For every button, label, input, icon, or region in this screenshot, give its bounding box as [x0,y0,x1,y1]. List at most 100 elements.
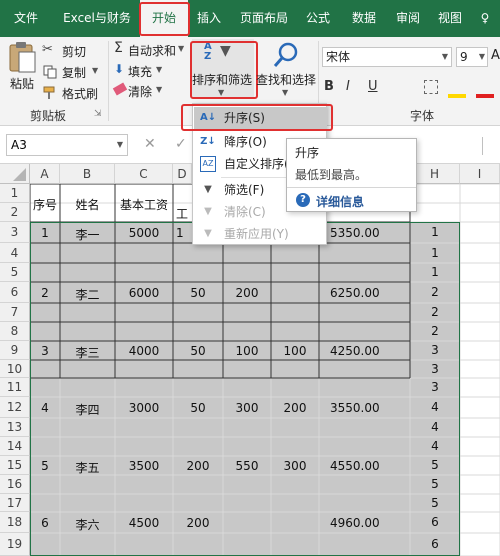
find-select-button[interactable]: 查找和选择 ▼ [256,39,316,99]
cell-h[interactable]: 2 [410,322,460,341]
cell-total[interactable]: 4550.00 [330,459,390,473]
format-painter-button[interactable]: 格式刷 [42,84,100,102]
row-header-7[interactable]: 7 [0,303,30,322]
cut-button[interactable]: ✂ 剪切 [42,42,94,60]
cell-h[interactable]: 3 [410,341,460,360]
bold-button[interactable]: B [324,79,338,95]
column-header-a[interactable]: A [30,164,60,184]
cell-name[interactable]: 李二 [60,286,115,303]
confirm-icon[interactable]: ✓ [175,136,187,152]
cell-h[interactable]: 3 [410,360,460,378]
autosum-button[interactable]: Σ 自动求和 ▼ [112,40,190,59]
cell-h[interactable]: 1 [410,263,460,282]
cell-f[interactable]: 100 [271,344,319,358]
cell-seq[interactable]: 1 [32,226,58,240]
row-header-1[interactable]: 1 [0,184,30,203]
column-header-d[interactable]: D [173,164,192,184]
column-header-i[interactable]: I [460,164,500,184]
cell-h[interactable]: 4 [410,397,460,418]
clear-button[interactable]: 清除 ▼ [112,82,170,100]
cell-base[interactable]: 6000 [115,286,173,300]
cell-name[interactable]: 李六 [60,516,115,533]
cell-total[interactable]: 6250.00 [330,286,390,300]
row-header-13[interactable]: 13 [0,418,30,437]
row-header-9[interactable]: 9 [0,341,30,360]
row-header-15[interactable]: 15 [0,456,30,475]
cell-name[interactable]: 李五 [60,459,115,476]
fill-color-icon[interactable] [448,94,466,98]
row-header-4[interactable]: 4 [0,243,30,263]
tab-home[interactable]: 开始 [140,0,188,37]
cell-base[interactable]: 3500 [115,459,173,473]
row-header-6[interactable]: 6 [0,282,30,303]
row-header-5[interactable]: 5 [0,263,30,282]
tab-formulas[interactable]: 公式 [298,0,338,37]
name-box[interactable]: A3 ▼ [6,134,128,156]
cell-e[interactable]: 550 [223,459,271,473]
cell-d[interactable]: 50 [173,401,223,415]
column-header-b[interactable]: B [60,164,115,184]
menu-sort-ascending[interactable]: A↓ 升序(S) [194,107,327,129]
cell-base[interactable]: 4500 [115,516,173,530]
tab-page-layout[interactable]: 页面布局 [234,0,294,37]
cell-h[interactable]: 6 [410,533,460,556]
underline-button[interactable]: U [368,79,382,95]
fill-button[interactable]: ⬇ 填充 ▼ [112,62,170,80]
row-header-11[interactable]: 11 [0,378,30,397]
cell-total[interactable]: 5350.00 [330,226,390,240]
cell-f[interactable]: 300 [271,459,319,473]
copy-button[interactable]: 复制 ▼ [42,63,102,81]
cell-d[interactable]: 200 [173,516,223,530]
row-header-10[interactable]: 10 [0,360,30,378]
cell-seq[interactable]: 5 [32,459,58,473]
tab-excel-finance[interactable]: Excel与财务 [60,0,134,37]
tab-review[interactable]: 审阅 [390,0,426,37]
row-header-17[interactable]: 17 [0,494,30,512]
row-header-19[interactable]: 19 [0,533,30,556]
cell-h[interactable]: 4 [410,437,460,456]
column-header-h[interactable]: H [410,164,460,184]
cancel-icon[interactable]: ✕ [144,136,156,152]
cell-d[interactable]: 1 [176,226,192,240]
cell-seq[interactable]: 6 [32,516,58,530]
cell-name[interactable]: 李三 [60,344,115,361]
cell-e[interactable]: 300 [223,401,271,415]
italic-button[interactable]: I [346,79,360,95]
row-header-12[interactable]: 12 [0,397,30,418]
row-header-16[interactable]: 16 [0,475,30,494]
cell-d[interactable]: 50 [173,286,223,300]
font-size-dropdown[interactable]: 9 ▼ [456,47,488,67]
column-header-c[interactable]: C [115,164,173,184]
cell-seq[interactable]: 2 [32,286,58,300]
dialog-launcher-icon[interactable]: ⇲ [94,109,102,119]
cell-d[interactable]: 200 [173,459,223,473]
sort-filter-button[interactable]: AZ ▼ 排序和筛选 ▼ [192,39,254,99]
header-d-partial[interactable]: 工 [176,205,192,222]
cell-h[interactable]: 5 [410,475,460,494]
cell-d[interactable]: 50 [173,344,223,358]
tab-tell-me[interactable]: ♀ [472,0,498,37]
row-header-18[interactable]: 18 [0,512,30,533]
cell-name[interactable]: 李四 [60,401,115,418]
cell-h[interactable]: 5 [410,494,460,512]
cell-base[interactable]: 3000 [115,401,173,415]
cell-h[interactable]: 4 [410,418,460,437]
cell-total[interactable]: 3550.00 [330,401,390,415]
cell-seq[interactable]: 3 [32,344,58,358]
cell-base[interactable]: 5000 [115,226,173,240]
header-base-salary[interactable]: 基本工资 [115,196,173,213]
grow-font-button[interactable]: A [491,48,500,63]
borders-icon[interactable] [424,80,438,94]
cell-total[interactable]: 4960.00 [330,516,390,530]
cell-f[interactable]: 200 [271,401,319,415]
row-header-8[interactable]: 8 [0,322,30,341]
cell-e[interactable]: 100 [223,344,271,358]
tab-view[interactable]: 视图 [432,0,468,37]
cell-base[interactable]: 4000 [115,344,173,358]
cell-h[interactable]: 5 [410,456,460,475]
row-header-3[interactable]: 3 [0,222,30,243]
cell-h[interactable]: 2 [410,282,460,303]
cell-total[interactable]: 4250.00 [330,344,390,358]
cell-h[interactable]: 1 [410,243,460,263]
header-seq[interactable]: 序号 [32,196,58,213]
